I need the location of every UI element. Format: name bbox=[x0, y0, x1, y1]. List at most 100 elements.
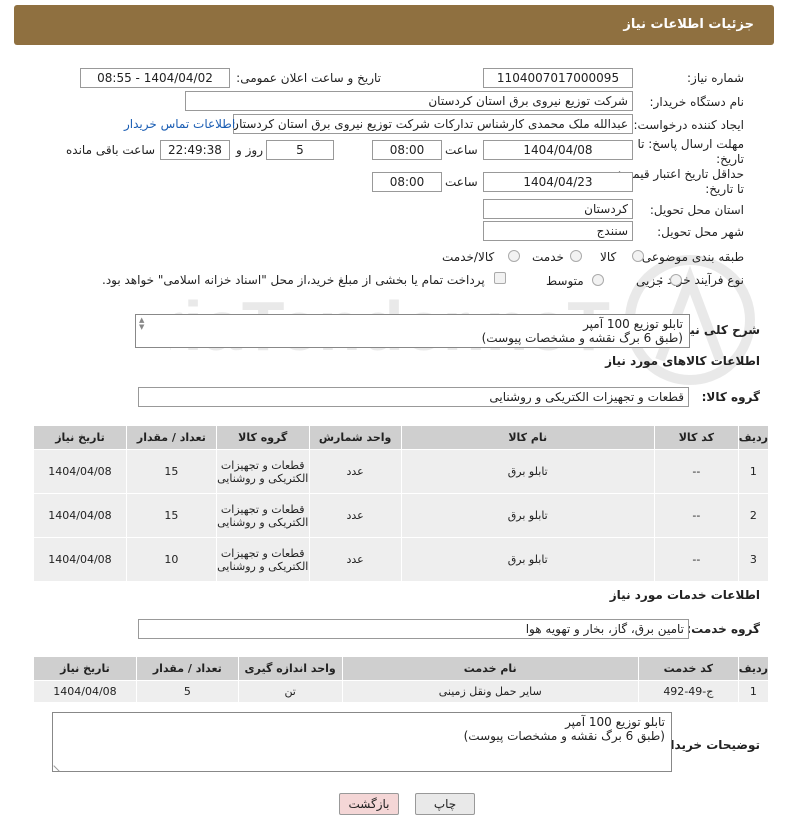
days-remaining-field[interactable]: 5 bbox=[266, 140, 334, 160]
col-header: تعداد / مقدار bbox=[125, 425, 217, 450]
back-button[interactable]: بازگشت bbox=[339, 793, 399, 815]
category-radio-both[interactable] bbox=[508, 250, 520, 262]
cell-name: تابلو برق bbox=[400, 537, 655, 582]
announce-datetime-field[interactable]: 1404/04/02 - 08:55 bbox=[80, 68, 230, 88]
col-header: واحد اندازه گیری bbox=[237, 656, 343, 681]
deadline-date-field[interactable]: 1404/04/08 bbox=[483, 140, 633, 160]
goods-section-title: اطلاعات کالاهای مورد نیاز bbox=[605, 354, 760, 368]
col-header: ردیف bbox=[737, 425, 770, 450]
scroll-arrows-icon[interactable]: ▲ ▼ bbox=[139, 317, 144, 331]
goods-group-label: گروه کالا: bbox=[701, 390, 760, 404]
cell-code: -- bbox=[653, 449, 739, 494]
deadline-time-field[interactable]: 08:00 bbox=[372, 140, 442, 160]
cell-group: قطعات و تجهیزات الکتریکی و روشنایی bbox=[215, 493, 310, 538]
buyer-contact-link[interactable]: اطلاعات تماس خریدار bbox=[124, 117, 235, 131]
col-header: نام کالا bbox=[400, 425, 655, 450]
cell-row: 3 bbox=[737, 537, 770, 582]
cell-qty: 15 bbox=[125, 449, 217, 494]
services-group-label: گروه خدمت: bbox=[686, 622, 760, 636]
cell-code: -- bbox=[653, 537, 739, 582]
cell-qty: 5 bbox=[135, 680, 239, 703]
cell-date: 1404/04/08 bbox=[33, 449, 127, 494]
cell-qty: 10 bbox=[125, 537, 217, 582]
category-option-goods: کالا bbox=[600, 250, 617, 264]
purchase-option-medium: متوسط bbox=[546, 274, 584, 288]
province-field[interactable]: کردستان bbox=[483, 199, 633, 219]
summary-textarea[interactable]: تابلو توزیع 100 آمپر (طبق 6 برگ نقشه و م… bbox=[135, 314, 690, 348]
treasury-payment-note: پرداخت تمام یا بخشی از مبلغ خرید،از محل … bbox=[102, 273, 485, 287]
col-header: گروه کالا bbox=[215, 425, 310, 450]
cell-unit: تن bbox=[237, 680, 343, 703]
table-row[interactable]: 3 -- تابلو برق عدد قطعات و تجهیزات الکتر… bbox=[33, 537, 770, 582]
table-row[interactable]: 1 -- تابلو برق عدد قطعات و تجهیزات الکتر… bbox=[33, 449, 770, 494]
cell-name: سایر حمل ونقل زمینی bbox=[341, 680, 639, 703]
city-field[interactable]: سنندج bbox=[483, 221, 633, 241]
resize-grip-icon[interactable] bbox=[53, 760, 65, 772]
cell-row: 1 bbox=[737, 449, 770, 494]
goods-table-header: ردیف کد کالا نام کالا واحد شمارش گروه کا… bbox=[33, 425, 770, 450]
table-row[interactable]: 1 ج-49-492 سایر حمل ونقل زمینی تن 5 1404… bbox=[33, 680, 770, 703]
services-section-title: اطلاعات خدمات مورد نیاز bbox=[609, 588, 760, 602]
col-header: واحد شمارش bbox=[308, 425, 402, 450]
buyer-org-label: نام دستگاه خریدار: bbox=[649, 95, 745, 109]
purchase-radio-medium[interactable] bbox=[592, 274, 604, 286]
days-label: روز و bbox=[236, 143, 263, 157]
buyer-notes-textarea[interactable]: تابلو توزیع 100 آمپر (طبق 6 برگ نقشه و م… bbox=[52, 712, 672, 772]
need-number-field[interactable]: 1104007017000095 bbox=[483, 68, 633, 88]
buyer-org-field[interactable]: شرکت توزیع نیروی برق استان کردستان bbox=[185, 91, 633, 111]
category-radio-goods[interactable] bbox=[632, 250, 644, 262]
col-header: تاریخ نیاز bbox=[33, 656, 137, 681]
col-header: تاریخ نیاز bbox=[33, 425, 127, 450]
cell-date: 1404/04/08 bbox=[33, 493, 127, 538]
cell-row: 1 bbox=[737, 680, 770, 703]
category-label: طبقه بندی موضوعی: bbox=[637, 250, 744, 264]
col-header: نام خدمت bbox=[341, 656, 639, 681]
page-title: جزئیات اطلاعات نیاز bbox=[623, 17, 754, 32]
cell-name: تابلو برق bbox=[400, 493, 655, 538]
cell-code: ج-49-492 bbox=[637, 680, 739, 703]
cell-unit: عدد bbox=[308, 449, 402, 494]
need-number-label: شماره نیاز: bbox=[687, 71, 744, 85]
time-remaining-label: ساعت باقی مانده bbox=[66, 143, 156, 157]
services-table: ردیف کد خدمت نام خدمت واحد اندازه گیری ت… bbox=[33, 656, 770, 703]
services-group-field[interactable]: تامین برق، گاز، بخار و تهویه هوا bbox=[138, 619, 689, 639]
services-table-header: ردیف کد خدمت نام خدمت واحد اندازه گیری ت… bbox=[33, 656, 770, 681]
buyer-notes-line-1: تابلو توزیع 100 آمپر bbox=[565, 715, 665, 729]
category-option-service: خدمت bbox=[532, 250, 564, 264]
cell-unit: عدد bbox=[308, 493, 402, 538]
announce-label: تاریخ و ساعت اعلان عمومی: bbox=[236, 71, 381, 85]
purchase-radio-minor[interactable] bbox=[670, 274, 682, 286]
category-option-both: کالا/خدمت bbox=[442, 250, 495, 264]
table-row[interactable]: 2 -- تابلو برق عدد قطعات و تجهیزات الکتر… bbox=[33, 493, 770, 538]
goods-table: ردیف کد کالا نام کالا واحد شمارش گروه کا… bbox=[33, 425, 770, 582]
page-header: جزئیات اطلاعات نیاز bbox=[14, 5, 774, 45]
cell-unit: عدد bbox=[308, 537, 402, 582]
cell-date: 1404/04/08 bbox=[33, 680, 137, 703]
buyer-notes-line-2: (طبق 6 برگ نقشه و مشخصات پیوست) bbox=[463, 729, 665, 743]
cell-group: قطعات و تجهیزات الکتریکی و روشنایی bbox=[215, 537, 310, 582]
price-validity-label: حداقل تاریخ اعتبار قیمت: تا تاریخ: bbox=[617, 167, 744, 196]
cell-group: قطعات و تجهیزات الکتریکی و روشنایی bbox=[215, 449, 310, 494]
summary-line-1: تابلو توزیع 100 آمپر bbox=[583, 317, 683, 331]
creator-label: ایجاد کننده درخواست: bbox=[633, 118, 744, 132]
price-validity-time-field[interactable]: 08:00 bbox=[372, 172, 442, 192]
cell-qty: 15 bbox=[125, 493, 217, 538]
col-header: تعداد / مقدار bbox=[135, 656, 239, 681]
purchase-option-minor: جزیی bbox=[636, 274, 664, 288]
city-label: شهر محل تحویل: bbox=[657, 225, 744, 239]
treasury-payment-checkbox[interactable] bbox=[494, 272, 506, 284]
category-radio-service[interactable] bbox=[570, 250, 582, 262]
goods-group-field[interactable]: قطعات و تجهیزات الکتریکی و روشنایی bbox=[138, 387, 689, 407]
cell-row: 2 bbox=[737, 493, 770, 538]
deadline-time-label: ساعت bbox=[445, 143, 478, 157]
time-remaining-field[interactable]: 22:49:38 bbox=[160, 140, 230, 160]
cell-code: -- bbox=[653, 493, 739, 538]
col-header: ردیف bbox=[737, 656, 770, 681]
province-label: استان محل تحویل: bbox=[649, 203, 744, 217]
price-validity-date-field[interactable]: 1404/04/23 bbox=[483, 172, 633, 192]
cell-date: 1404/04/08 bbox=[33, 537, 127, 582]
print-button[interactable]: چاپ bbox=[415, 793, 475, 815]
deadline-label: مهلت ارسال پاسخ: تا تاریخ: bbox=[637, 137, 744, 166]
price-validity-time-label: ساعت bbox=[445, 175, 478, 189]
creator-field[interactable]: عبدالله ملک محمدی کارشناس تدارکات شرکت ت… bbox=[233, 114, 633, 134]
